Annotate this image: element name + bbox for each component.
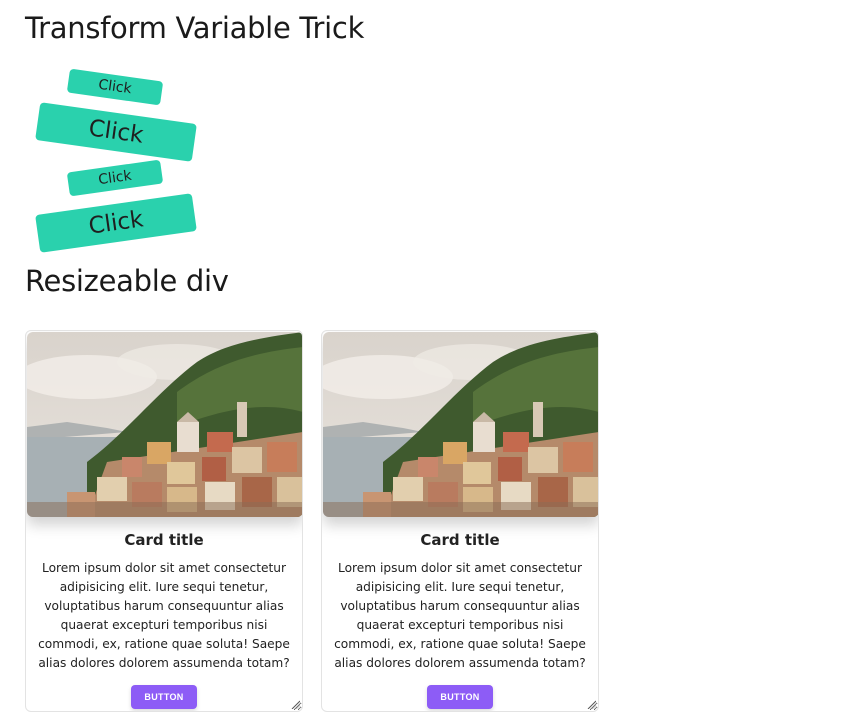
resizeable-card-1[interactable]: Card title Lorem ipsum dolor sit amet co… [25,330,303,712]
resize-grip-icon[interactable] [291,700,300,709]
card-image [27,332,302,517]
card-image [323,332,598,517]
resizeable-card-2[interactable]: Card title Lorem ipsum dolor sit amet co… [321,330,599,712]
card-button[interactable]: BUTTON [131,685,197,709]
click-button-3[interactable]: Click [66,159,164,197]
transform-heading: Transform Variable Trick [25,11,365,45]
resize-heading: Resizeable div [25,264,229,298]
card-text: Lorem ipsum dolor sit amet consectetur a… [38,561,290,670]
click-button-2[interactable]: Click [35,102,197,162]
resize-grip-icon[interactable] [587,700,596,709]
card-button[interactable]: BUTTON [427,685,493,709]
click-button-4[interactable]: Click [35,193,197,253]
card-title: Card title [124,531,204,549]
card-text: Lorem ipsum dolor sit amet consectetur a… [334,561,586,670]
click-button-1[interactable]: Click [66,68,164,106]
card-title: Card title [420,531,500,549]
